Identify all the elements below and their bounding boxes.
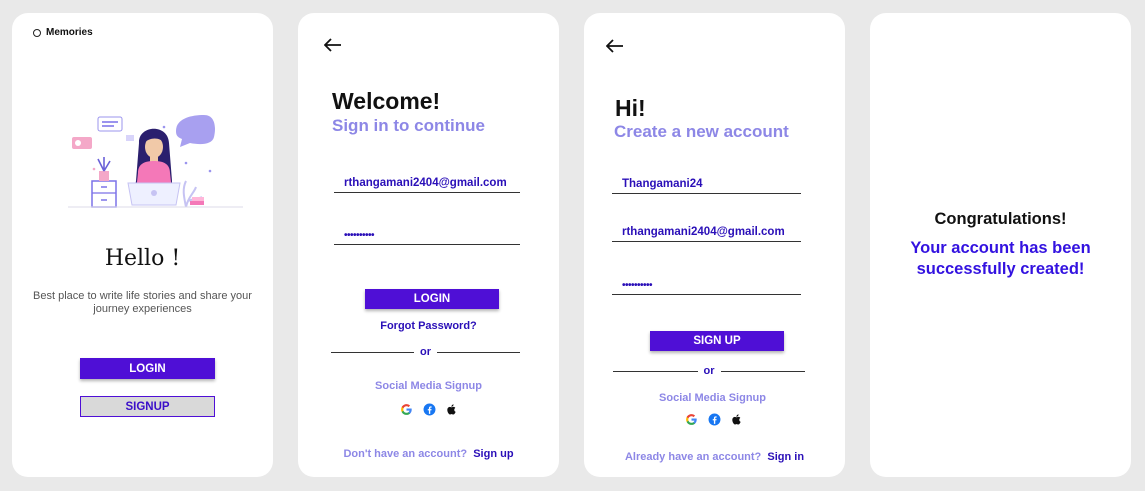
username-field[interactable]: Thangamani24 (612, 178, 801, 194)
success-message: Your account has been successfully creat… (910, 239, 1091, 278)
login-button[interactable]: LOGIN (365, 289, 499, 309)
signin-prompt: Already have an account? Sign in (584, 451, 845, 463)
google-icon[interactable] (400, 403, 413, 421)
brand-name: Memories (46, 27, 93, 38)
signup-button[interactable]: SIGNUP (80, 396, 215, 417)
or-label: or (703, 365, 715, 377)
back-arrow-icon[interactable] (605, 35, 624, 57)
social-icons (584, 413, 843, 431)
or-label: or (420, 346, 431, 358)
password-field[interactable]: •••••••••• (612, 280, 801, 295)
divider-line (331, 351, 414, 353)
social-icons (298, 403, 559, 421)
welcome-title: Welcome! (332, 88, 441, 114)
signup-prompt: Don't have an account? Sign up (298, 448, 559, 460)
back-arrow-icon[interactable] (323, 34, 342, 56)
login-button[interactable]: LOGIN (80, 358, 215, 379)
create-account-subtitle: Create a new account (614, 122, 789, 141)
woman-laptop-illustration (68, 115, 243, 208)
google-icon[interactable] (685, 413, 698, 431)
email-field[interactable]: rthangamani2404@gmail.com (334, 177, 520, 193)
signin-link[interactable]: Sign in (767, 451, 804, 463)
hello-title: Hello ! (104, 246, 181, 271)
facebook-icon[interactable] (423, 403, 436, 421)
apple-icon[interactable] (731, 413, 743, 431)
signin-subtitle: Sign in to continue (332, 116, 485, 135)
divider-line (437, 351, 520, 353)
signup-prompt-text: Don't have an account? (343, 448, 468, 460)
hi-title: Hi! (615, 95, 646, 121)
tagline-text: Best place to write life stories and sha… (33, 290, 252, 315)
divider-line (613, 370, 698, 372)
email-field[interactable]: rthangamani2404@gmail.com (612, 226, 801, 242)
welcome-screen: Memories Hello ! Best place to write lif… (12, 13, 273, 477)
brand-header: Memories (33, 27, 93, 38)
or-divider: or (331, 346, 520, 358)
social-signup-label: Social Media Signup (659, 392, 766, 404)
signup-screen: Hi! Create a new account Thangamani24 rt… (584, 13, 845, 477)
divider-line (720, 370, 805, 372)
congratulations-title: Congratulations! (934, 210, 1067, 228)
or-divider: or (613, 365, 805, 377)
success-screen: Congratulations! Your account has been s… (870, 13, 1131, 477)
social-signup-label: Social Media Signup (375, 380, 482, 392)
signin-screen: Welcome! Sign in to continue rthangamani… (298, 13, 559, 477)
facebook-icon[interactable] (708, 413, 721, 431)
signup-link[interactable]: Sign up (473, 448, 513, 460)
apple-icon[interactable] (446, 403, 458, 421)
password-field[interactable]: •••••••••• (334, 230, 520, 245)
signup-button[interactable]: SIGN UP (650, 331, 784, 351)
forgot-password-link[interactable]: Forgot Password? (298, 320, 559, 332)
logo-ring-icon (33, 28, 41, 37)
signin-prompt-text: Already have an account? (624, 451, 762, 463)
